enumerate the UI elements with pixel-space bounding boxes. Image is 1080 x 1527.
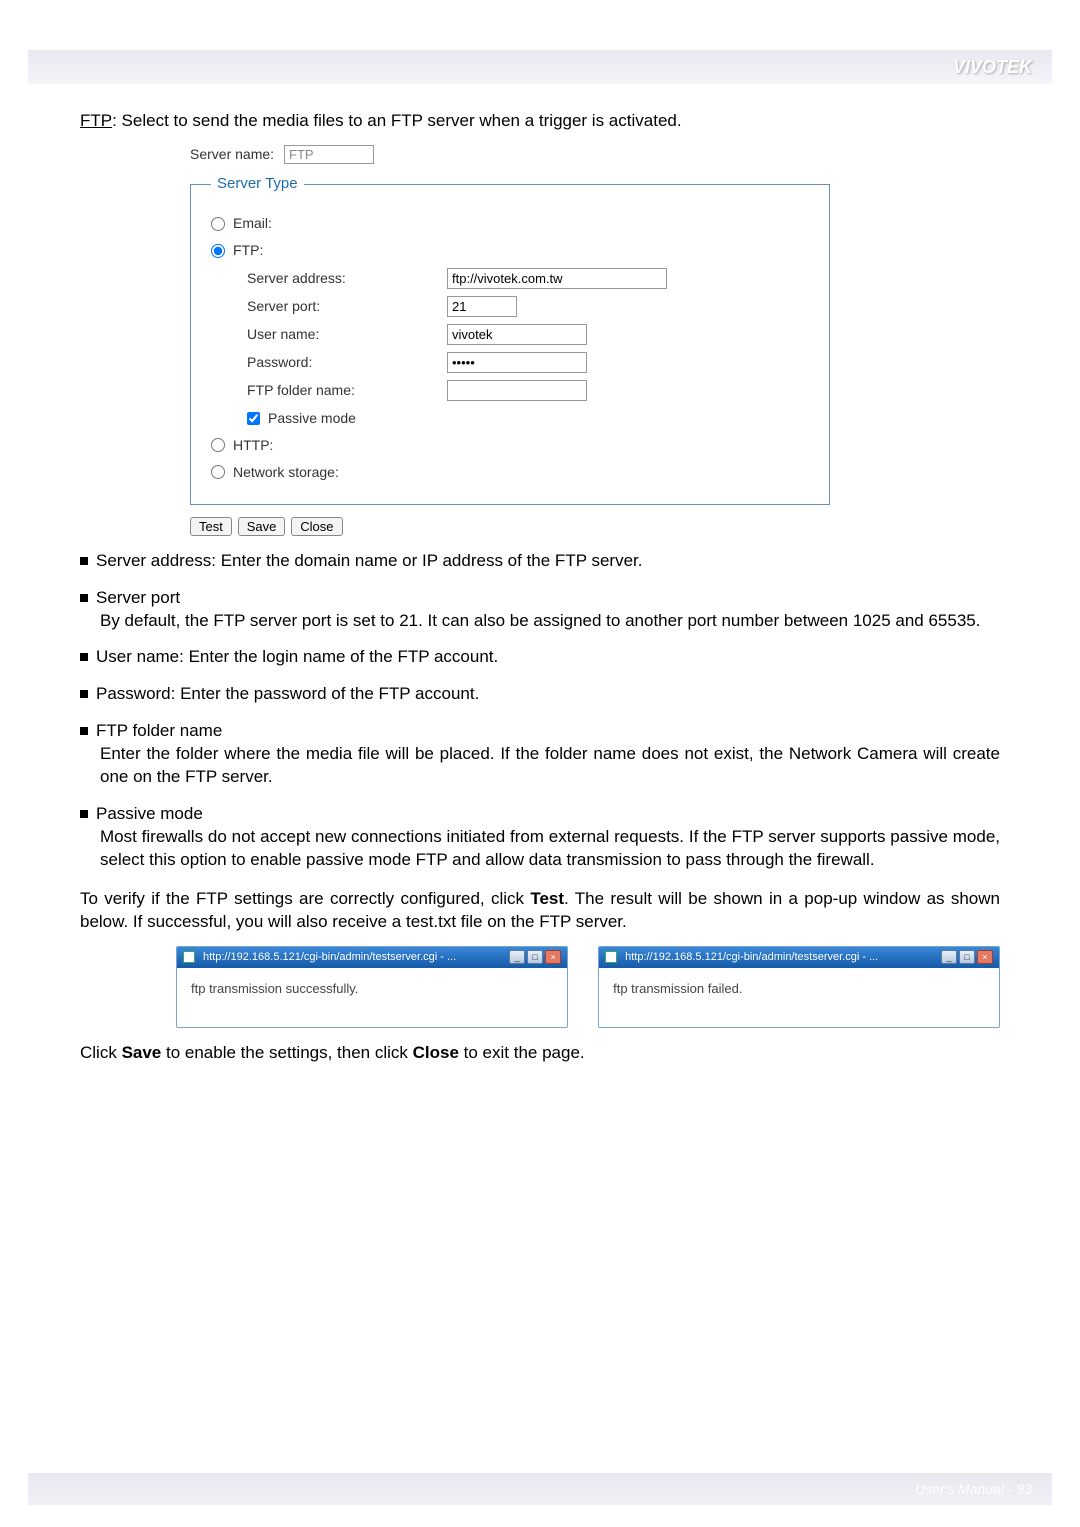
bullet-passive: Passive mode Most firewalls do not accep…	[80, 803, 1000, 872]
server-type-fieldset: Server Type Email: FTP: Server address: …	[190, 174, 830, 505]
intro-text: FTP: Select to send the media files to a…	[80, 110, 1000, 133]
button-row: Test Save Close	[190, 517, 830, 536]
bullet-user-name: User name: Enter the login name of the F…	[80, 646, 1000, 669]
radio-ns-row: Network storage:	[211, 463, 809, 482]
radio-ftp-label: FTP:	[233, 241, 263, 260]
ftp-label: FTP	[80, 111, 112, 130]
close-icon[interactable]: ×	[977, 950, 993, 964]
ie-icon	[183, 951, 195, 963]
folder-desc: Enter the folder where the media file wi…	[80, 743, 1000, 789]
folder-input[interactable]	[447, 380, 587, 401]
radio-network-storage[interactable]	[211, 465, 225, 479]
radio-http-label: HTTP:	[233, 436, 273, 455]
header-band: VIVOTEK	[28, 50, 1052, 84]
passive-mode-row: Passive mode	[247, 409, 809, 428]
server-port-desc: By default, the FTP server port is set t…	[80, 610, 1000, 633]
close-button[interactable]: Close	[291, 517, 342, 536]
field-user-name: User name:	[247, 324, 809, 345]
ftp-fields: Server address: Server port: User name: …	[247, 268, 809, 428]
bullet-server-port: Server port By default, the FTP server p…	[80, 587, 1000, 633]
popup-success-title: http://192.168.5.121/cgi-bin/admin/tests…	[177, 947, 567, 968]
popup-success: http://192.168.5.121/cgi-bin/admin/tests…	[176, 946, 568, 1028]
radio-ftp-row: FTP:	[211, 241, 809, 260]
brand-label: VIVOTEK	[953, 57, 1032, 78]
minimize-icon[interactable]: _	[941, 950, 957, 964]
server-name-row: Server name:	[190, 145, 830, 164]
server-address-label: Server address:	[247, 269, 447, 288]
square-bullet-icon	[80, 557, 88, 565]
square-bullet-icon	[80, 810, 88, 818]
radio-email-row: Email:	[211, 214, 809, 233]
passive-mode-label: Passive mode	[268, 409, 356, 428]
server-port-input[interactable]	[447, 296, 517, 317]
passive-desc: Most firewalls do not accept new connect…	[80, 826, 1000, 872]
page-content: FTP: Select to send the media files to a…	[80, 110, 1000, 1065]
radio-ftp[interactable]	[211, 244, 225, 258]
popup-success-body: ftp transmission successfully.	[177, 968, 567, 1028]
server-type-legend: Server Type	[211, 174, 304, 194]
square-bullet-icon	[80, 653, 88, 661]
folder-label: FTP folder name:	[247, 381, 447, 400]
footer-text: User's Manual - 93	[915, 1481, 1032, 1497]
footer-band: User's Manual - 93	[28, 1473, 1052, 1505]
server-name-label: Server name:	[190, 145, 274, 164]
radio-ns-label: Network storage:	[233, 463, 339, 482]
server-port-label: Server port:	[247, 297, 447, 316]
popup-failed-title: http://192.168.5.121/cgi-bin/admin/tests…	[599, 947, 999, 968]
square-bullet-icon	[80, 727, 88, 735]
popup-failed: http://192.168.5.121/cgi-bin/admin/tests…	[598, 946, 1000, 1028]
close-icon[interactable]: ×	[545, 950, 561, 964]
popup-failed-body: ftp transmission failed.	[599, 968, 999, 1028]
ie-icon	[605, 951, 617, 963]
radio-email[interactable]	[211, 217, 225, 231]
popup-success-title-text: http://192.168.5.121/cgi-bin/admin/tests…	[203, 950, 456, 965]
final-paragraph: Click Save to enable the settings, then …	[80, 1042, 1000, 1065]
maximize-icon[interactable]: □	[527, 950, 543, 964]
field-server-port: Server port:	[247, 296, 809, 317]
field-server-address: Server address:	[247, 268, 809, 289]
user-name-input[interactable]	[447, 324, 587, 345]
radio-http[interactable]	[211, 438, 225, 452]
minimize-icon[interactable]: _	[509, 950, 525, 964]
maximize-icon[interactable]: □	[959, 950, 975, 964]
server-name-input[interactable]	[284, 145, 374, 164]
square-bullet-icon	[80, 594, 88, 602]
field-folder: FTP folder name:	[247, 380, 809, 401]
square-bullet-icon	[80, 690, 88, 698]
intro-remainder: : Select to send the media files to an F…	[112, 111, 681, 130]
user-name-label: User name:	[247, 325, 447, 344]
bullet-server-address: Server address: Enter the domain name or…	[80, 550, 1000, 573]
field-password: Password:	[247, 352, 809, 373]
bullet-folder: FTP folder name Enter the folder where t…	[80, 720, 1000, 789]
popup-failed-title-text: http://192.168.5.121/cgi-bin/admin/tests…	[625, 950, 878, 965]
bullet-list: Server address: Enter the domain name or…	[80, 550, 1000, 872]
test-button[interactable]: Test	[190, 517, 232, 536]
password-label: Password:	[247, 353, 447, 372]
radio-email-label: Email:	[233, 214, 272, 233]
bullet-password: Password: Enter the password of the FTP …	[80, 683, 1000, 706]
verify-paragraph: To verify if the FTP settings are correc…	[80, 888, 1000, 934]
password-input[interactable]	[447, 352, 587, 373]
popups-row: http://192.168.5.121/cgi-bin/admin/tests…	[176, 946, 1000, 1028]
radio-http-row: HTTP:	[211, 436, 809, 455]
server-address-input[interactable]	[447, 268, 667, 289]
passive-mode-checkbox[interactable]	[247, 412, 260, 425]
save-button[interactable]: Save	[238, 517, 286, 536]
config-panel: Server name: Server Type Email: FTP: Ser…	[190, 145, 830, 536]
